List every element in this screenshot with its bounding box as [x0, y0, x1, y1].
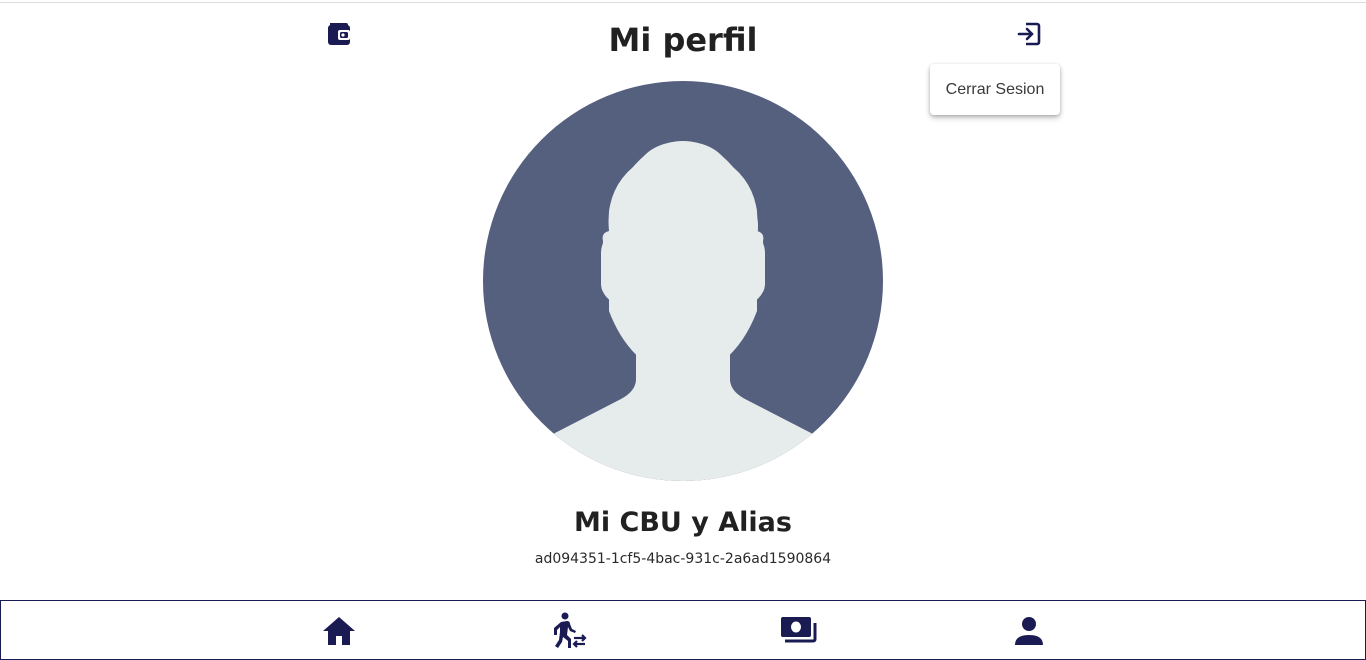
home-icon	[323, 617, 355, 645]
page-title: Mi perfil	[608, 21, 758, 59]
logout-menu: Cerrar Sesion	[930, 64, 1060, 115]
nav-profile-button[interactable]	[1009, 611, 1049, 651]
transfer-icon	[554, 612, 587, 648]
logout-menu-item[interactable]: Cerrar Sesion	[946, 81, 1045, 99]
user-silhouette-icon	[483, 81, 883, 481]
wallet-button[interactable]	[324, 19, 354, 49]
money-icon	[781, 617, 817, 643]
person-icon	[1015, 617, 1043, 645]
wallet-icon	[328, 23, 350, 45]
bottom-nav	[0, 600, 1366, 660]
cbu-alias-title: Mi CBU y Alias	[574, 507, 792, 538]
cbu-value: ad094351-1cf5-4bac-931c-2a6ad1590864	[534, 551, 832, 567]
nav-transfer-button[interactable]	[548, 611, 588, 651]
logout-icon	[1017, 22, 1041, 46]
avatar	[483, 81, 883, 481]
nav-home-button[interactable]	[319, 611, 359, 651]
nav-money-button[interactable]	[779, 611, 819, 651]
top-divider	[0, 2, 1366, 3]
logout-button[interactable]	[1014, 19, 1044, 49]
